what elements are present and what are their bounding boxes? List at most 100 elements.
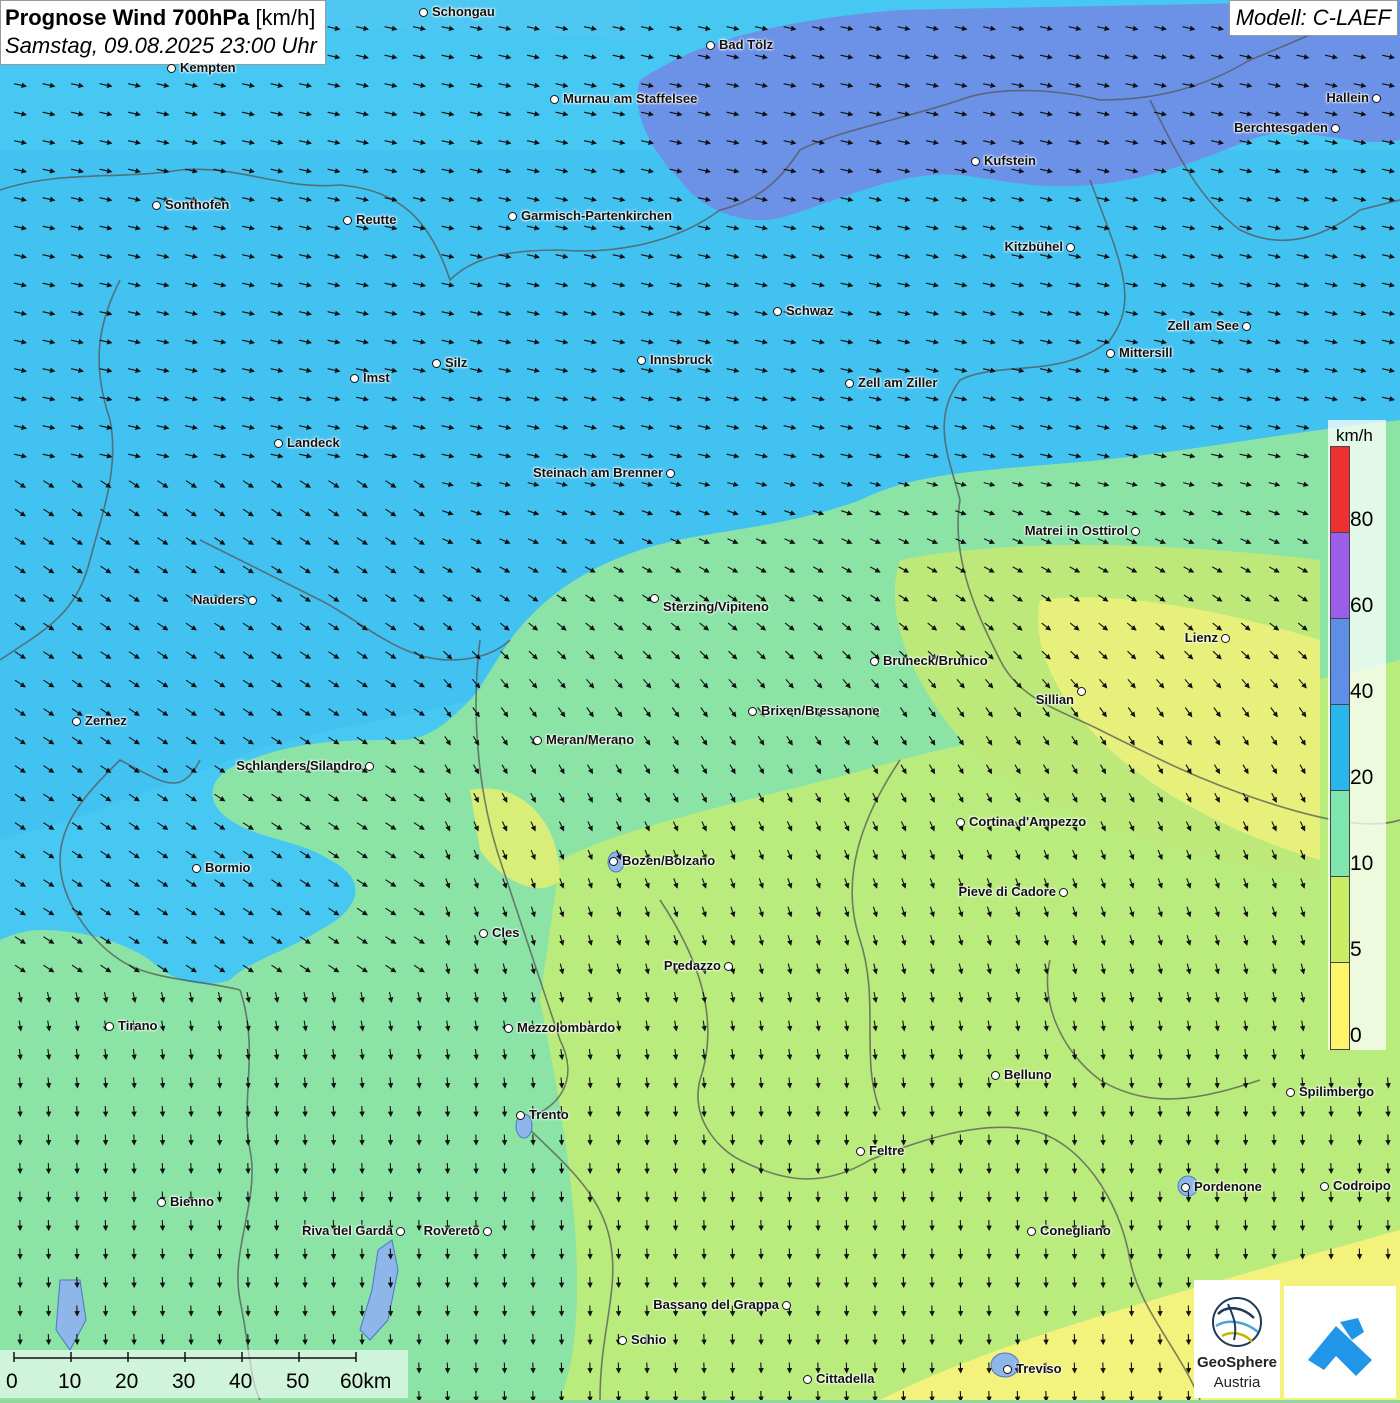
city-label: Meran/Merano <box>546 732 634 747</box>
city-marker <box>1286 1088 1295 1097</box>
wind-arrow <box>1331 1106 1332 1116</box>
wind-arrow <box>476 1106 477 1116</box>
legend-swatch-cyan <box>1330 704 1350 792</box>
wind-arrow <box>846 1106 847 1116</box>
city-label: Silz <box>445 355 467 370</box>
wind-arrow <box>590 1106 591 1116</box>
city-label: Conegliano <box>1040 1223 1111 1238</box>
wind-arrow <box>1131 1106 1132 1116</box>
city-label: Cittadella <box>816 1371 875 1386</box>
city-label: Rovereto <box>424 1223 480 1238</box>
city-marker <box>504 1024 513 1033</box>
wind-arrow <box>219 1106 220 1116</box>
wind-arrow <box>276 1106 277 1116</box>
wind-arrow <box>903 1106 904 1116</box>
legend-label-20: 20 <box>1350 766 1373 790</box>
wind-arrow <box>1046 1106 1047 1116</box>
map-title: Prognose Wind 700hPa <box>5 5 249 30</box>
city-label: Codroipo <box>1333 1178 1391 1193</box>
geosphere-logo-line2: Austria <box>1194 1374 1280 1391</box>
city-label: Sterzing/Vipiteno <box>663 599 769 614</box>
city-label: Bormio <box>205 860 251 875</box>
legend-label-40: 40 <box>1350 680 1373 704</box>
city-marker <box>706 41 715 50</box>
city-marker <box>803 1375 812 1384</box>
wind-arrow <box>1074 1106 1075 1116</box>
city-label: Pordenone <box>1194 1179 1262 1194</box>
city-label: Imst <box>363 370 390 385</box>
city-marker <box>637 356 646 365</box>
city-marker <box>550 95 559 104</box>
legend-swatch-violet <box>1330 532 1350 620</box>
city-label: Bienno <box>170 1194 214 1209</box>
city-label: Reutte <box>356 212 396 227</box>
city-marker <box>508 212 517 221</box>
city-label: Sonthofen <box>165 197 229 212</box>
wind-arrow <box>162 1106 163 1116</box>
wind-arrow <box>932 1106 933 1116</box>
city-marker <box>1242 322 1251 331</box>
city-label: Bassano del Grappa <box>653 1297 779 1312</box>
city-label: Matrei in Osttirol <box>1025 523 1128 538</box>
city-marker <box>274 439 283 448</box>
city-label: Schio <box>631 1332 666 1347</box>
wind-arrow <box>1359 1106 1360 1116</box>
wind-arrow <box>732 1106 733 1116</box>
geosphere-logo-line1: GeoSphere <box>1194 1354 1280 1371</box>
city-label: Steinach am Brenner <box>533 465 663 480</box>
model-label: Modell: C-LAEF <box>1229 0 1398 36</box>
wind-arrow <box>704 1106 705 1116</box>
city-label: Brixen/Bressanone <box>761 703 880 718</box>
city-marker <box>516 1111 525 1120</box>
city-marker <box>956 818 965 827</box>
city-label: Garmisch-Partenkirchen <box>521 208 672 223</box>
city-marker <box>396 1227 405 1236</box>
city-label: Treviso <box>1016 1361 1062 1376</box>
city-label: Cles <box>492 925 519 940</box>
city-label: Mittersill <box>1119 345 1172 360</box>
wind-arrow <box>77 1106 78 1116</box>
city-marker <box>1027 1227 1036 1236</box>
city-label: Feltre <box>869 1143 904 1158</box>
city-marker <box>192 864 201 873</box>
city-marker <box>1106 349 1115 358</box>
wind-arrow <box>48 1106 49 1116</box>
city-marker <box>609 857 618 866</box>
city-marker <box>1221 634 1230 643</box>
city-label: Tirano <box>118 1018 158 1033</box>
wind-arrow <box>362 1106 363 1116</box>
wind-arrow <box>504 1106 505 1116</box>
legend-swatch-yellow <box>1330 962 1350 1050</box>
city-marker <box>157 1198 166 1207</box>
city-label: Bad Tölz <box>719 37 773 52</box>
city-marker <box>72 717 81 726</box>
city-marker <box>167 64 176 73</box>
city-label: Zell am See <box>1167 318 1239 333</box>
city-marker <box>365 762 374 771</box>
city-label: Cortina d'Ampezzo <box>969 814 1086 829</box>
wind-arrow <box>1103 1106 1104 1116</box>
city-label: Bruneck/Brunico <box>883 653 988 668</box>
city-marker <box>152 201 161 210</box>
wind-arrow <box>1160 1106 1161 1116</box>
city-label: Trento <box>529 1107 569 1122</box>
city-marker <box>350 374 359 383</box>
city-marker <box>343 216 352 225</box>
city-label: Nauders <box>193 592 245 607</box>
city-label: Riva del Garda <box>302 1223 393 1238</box>
app-logo <box>1284 1286 1396 1398</box>
city-label: Mezzolombardo <box>517 1020 615 1035</box>
city-label: Pieve di Cadore <box>958 884 1056 899</box>
wind-arrow <box>1245 1106 1246 1116</box>
wind-arrow <box>618 1106 619 1116</box>
city-marker <box>870 657 879 666</box>
city-marker <box>845 379 854 388</box>
wind-arrow <box>447 1106 448 1116</box>
wind-arrow <box>333 1106 334 1116</box>
city-label: Kufstein <box>984 153 1036 168</box>
city-label: Innsbruck <box>650 352 712 367</box>
scale-tick-10: 10 <box>58 1370 81 1394</box>
city-marker <box>105 1022 114 1031</box>
color-legend: km/h 80 60 40 20 10 5 0 <box>1328 420 1386 1050</box>
city-label: Zell am Ziller <box>858 375 937 390</box>
